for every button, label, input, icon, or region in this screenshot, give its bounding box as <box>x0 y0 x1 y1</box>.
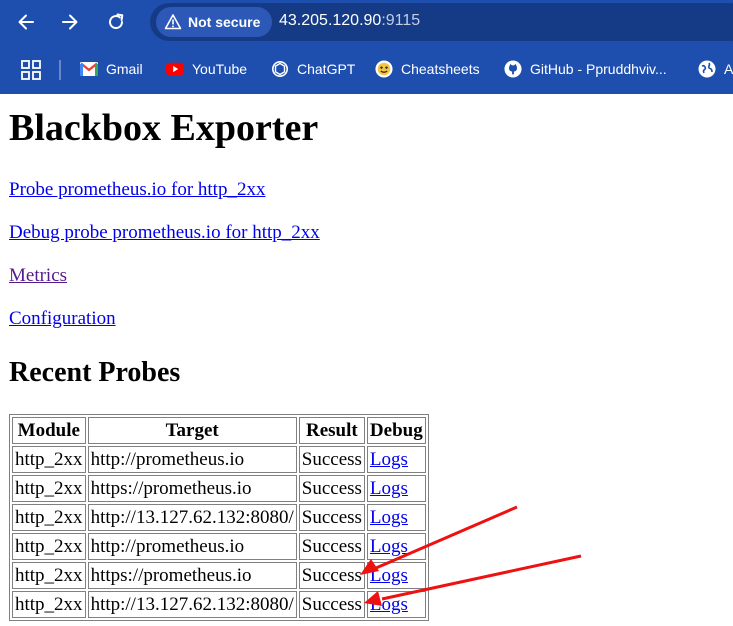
target-cell: https://prometheus.io <box>87 475 297 502</box>
result-cell: Success <box>298 533 365 560</box>
bookmark-cheatsheets[interactable]: Cheatsheets <box>375 58 480 80</box>
logs-link[interactable]: Logs <box>370 565 408 586</box>
logs-link[interactable]: Logs <box>370 449 408 470</box>
column-header: Module <box>12 417 86 444</box>
target-cell: http://13.127.62.132:8080/ <box>87 591 297 618</box>
configuration-link[interactable]: Configuration <box>9 308 116 329</box>
browser-chrome: Not secure 43.205.120.90:9115 Gmail YouT… <box>0 0 733 94</box>
debug-cell: Logs <box>366 446 426 473</box>
youtube-icon <box>166 60 184 78</box>
table-row: http_2xx http://13.127.62.132:8080/ Succ… <box>12 591 426 618</box>
module-cell: http_2xx <box>12 475 86 502</box>
column-header: Target <box>87 417 297 444</box>
bookmark-label: YouTube <box>192 61 248 77</box>
reload-button[interactable] <box>102 8 130 36</box>
back-button[interactable] <box>12 8 40 36</box>
module-cell: http_2xx <box>12 504 86 531</box>
bookmark-gmail[interactable]: Gmail <box>80 58 143 80</box>
logs-link[interactable]: Logs <box>370 536 408 557</box>
warning-icon <box>164 14 182 30</box>
address-bar[interactable]: Not secure 43.205.120.90:9115 <box>150 3 733 41</box>
table-header-row: Module Target Result Debug <box>12 417 426 444</box>
column-header: Result <box>298 417 365 444</box>
url-port: :9115 <box>381 12 421 29</box>
target-cell: http://13.127.62.132:8080/ <box>87 504 297 531</box>
table-row: http_2xx http://prometheus.io Success Lo… <box>12 446 426 473</box>
url-host: 43.205.120.90 <box>279 12 382 29</box>
debug-cell: Logs <box>366 475 426 502</box>
logs-link[interactable]: Logs <box>370 507 408 528</box>
result-cell: Success <box>298 475 365 502</box>
module-cell: http_2xx <box>12 533 86 560</box>
page-content: Blackbox Exporter Probe prometheus.io fo… <box>0 94 733 626</box>
security-chip[interactable]: Not secure <box>156 7 273 37</box>
url-text[interactable]: 43.205.120.90:9115 <box>279 12 420 30</box>
bookmark-more[interactable]: A <box>698 58 733 80</box>
recent-probes-heading: Recent Probes <box>9 357 181 388</box>
bookmark-youtube[interactable]: YouTube <box>166 58 247 80</box>
metrics-link[interactable]: Metrics <box>9 265 67 286</box>
result-cell: Success <box>298 562 365 589</box>
bookmarks-bar: Gmail YouTube ChatGPT Cheatsheets GitHub… <box>0 50 733 88</box>
link-config-row: Configuration <box>9 307 116 331</box>
forward-button[interactable] <box>56 8 84 36</box>
apps-grid-icon[interactable] <box>20 59 42 81</box>
result-cell: Success <box>298 446 365 473</box>
globe-icon <box>698 60 716 78</box>
bookmark-label: Cheatsheets <box>401 61 480 77</box>
module-cell: http_2xx <box>12 591 86 618</box>
result-cell: Success <box>298 591 365 618</box>
debug-probe-link[interactable]: Debug probe prometheus.io for http_2xx <box>9 222 320 243</box>
arrow-left-icon <box>18 14 34 30</box>
link-debug-row: Debug probe prometheus.io for http_2xx <box>9 221 320 245</box>
module-cell: http_2xx <box>12 446 86 473</box>
target-cell: http://prometheus.io <box>87 446 297 473</box>
logs-link[interactable]: Logs <box>370 594 408 615</box>
security-label: Not secure <box>188 14 261 30</box>
probe-link[interactable]: Probe prometheus.io for http_2xx <box>9 179 265 200</box>
target-cell: https://prometheus.io <box>87 562 297 589</box>
link-probe-row: Probe prometheus.io for http_2xx <box>9 178 265 202</box>
table-row: http_2xx http://13.127.62.132:8080/ Succ… <box>12 504 426 531</box>
bookmark-label: ChatGPT <box>297 61 356 77</box>
debug-cell: Logs <box>366 504 426 531</box>
arrow-right-icon <box>62 14 78 30</box>
bookmark-label: Gmail <box>106 61 143 77</box>
reload-icon <box>109 13 124 30</box>
module-cell: http_2xx <box>12 562 86 589</box>
table-row: http_2xx https://prometheus.io Success L… <box>12 562 426 589</box>
recent-probes-table: Module Target Result Debug http_2xx http… <box>9 414 429 621</box>
logs-link[interactable]: Logs <box>370 478 408 499</box>
target-cell: http://prometheus.io <box>87 533 297 560</box>
cheatsheets-icon <box>375 60 393 78</box>
gmail-icon <box>80 60 98 78</box>
debug-cell: Logs <box>366 533 426 560</box>
bookmark-github[interactable]: GitHub - Ppruddhviv... <box>504 58 667 80</box>
column-header: Debug <box>366 417 426 444</box>
debug-cell: Logs <box>366 591 426 618</box>
bookmark-label: A <box>724 61 733 77</box>
bookmarks-divider <box>59 60 61 80</box>
bookmark-label: GitHub - Ppruddhviv... <box>530 61 667 77</box>
debug-cell: Logs <box>366 562 426 589</box>
table-row: http_2xx https://prometheus.io Success L… <box>12 475 426 502</box>
link-metrics-row: Metrics <box>9 264 67 288</box>
page-title: Blackbox Exporter <box>9 107 319 149</box>
github-icon <box>504 60 522 78</box>
bookmark-chatgpt[interactable]: ChatGPT <box>271 58 355 80</box>
result-cell: Success <box>298 504 365 531</box>
table-row: http_2xx http://prometheus.io Success Lo… <box>12 533 426 560</box>
chatgpt-icon <box>271 60 289 78</box>
